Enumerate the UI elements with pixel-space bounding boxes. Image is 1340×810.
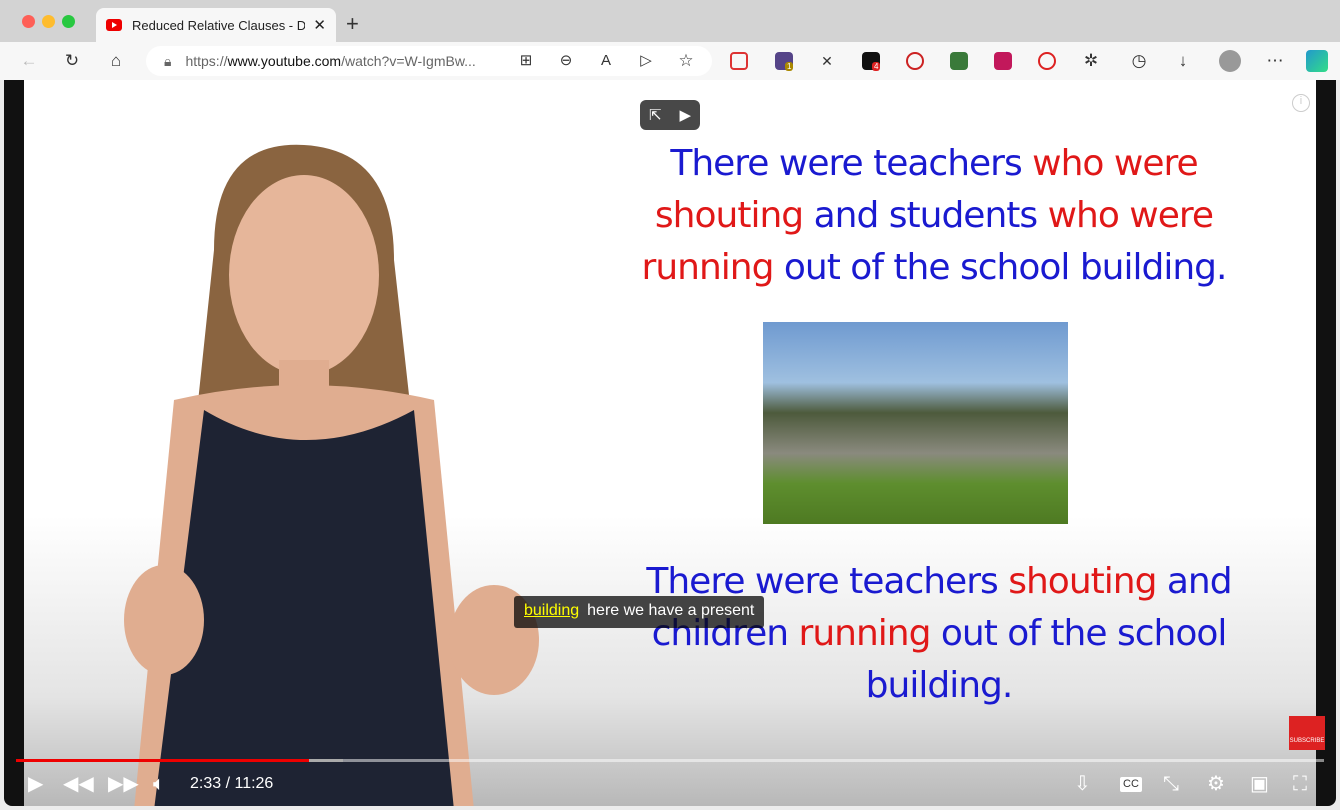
running-students-photo — [763, 322, 1068, 524]
caption-highlight: building — [524, 602, 580, 619]
miniplayer-icon[interactable]: ▣ — [1250, 772, 1269, 796]
read-aloud-icon[interactable]: A — [595, 50, 617, 72]
downloads-icon[interactable]: ↓ — [1172, 50, 1194, 72]
back-icon[interactable]: ← — [18, 50, 40, 72]
url-prefix: https:// — [185, 53, 228, 69]
zoom-out-icon[interactable]: ⊖ — [555, 50, 577, 72]
lock-icon: 🔒︎ — [164, 52, 172, 69]
autoplay-icon[interactable]: ⇩ — [1074, 772, 1091, 796]
slide-segment: running — [641, 247, 784, 288]
close-window-button[interactable] — [22, 15, 35, 28]
zoom-window-button[interactable] — [62, 15, 75, 28]
slide-line: building. — [624, 660, 1254, 712]
slide-line: running out of the school building. — [594, 242, 1274, 294]
minimize-icon[interactable]: ⤡ — [1163, 772, 1179, 796]
extension-icon-5[interactable] — [906, 52, 924, 70]
video-enhance-icon[interactable]: ▶ — [679, 106, 691, 124]
fast-forward-button[interactable]: ▶▶ — [108, 772, 139, 796]
presenter-figure — [124, 144, 539, 806]
slide-segment: who were — [1032, 143, 1198, 184]
extension-icon-3[interactable]: ✕ — [816, 50, 838, 72]
tab-bar: Reduced Relative Clauses - Deaf ✕ + — [0, 0, 1340, 42]
tab-title: Reduced Relative Clauses - Deaf — [132, 17, 306, 33]
settings-gear-icon[interactable]: ⚙ — [1207, 772, 1225, 796]
subscribe-label: SUBSCRIBE — [1289, 738, 1325, 744]
captions-button[interactable]: CC — [1120, 777, 1142, 792]
slide-segment: shouting — [654, 195, 814, 236]
profile-avatar[interactable] — [1219, 50, 1241, 72]
fullscreen-icon[interactable]: ⛶ — [1293, 772, 1307, 796]
extension-icon-6[interactable] — [950, 52, 968, 70]
video-player[interactable]: There were teachers who were shouting and… — [24, 80, 1316, 806]
url-path: /watch?v=W-IgmBw... — [341, 53, 476, 69]
slide-segment: building. — [865, 665, 1014, 706]
play-button[interactable]: ▶ — [28, 772, 43, 796]
reload-icon[interactable]: ↻ — [61, 50, 83, 72]
address-bar[interactable]: 🔒︎ https://www.youtube.com/watch?v=W-Igm… — [146, 46, 712, 76]
extension-badge: 1 — [785, 62, 794, 71]
slide-segment: shouting — [1008, 561, 1167, 602]
more-menu-icon[interactable]: ⋯ — [1264, 50, 1286, 72]
copilot-icon[interactable] — [1306, 50, 1328, 72]
slide-line: There were teachers who were — [594, 138, 1274, 190]
subtitle-caption: building here we have a present — [514, 596, 765, 628]
slide-segment: out of the school building. — [783, 247, 1228, 288]
slide-segment: There were teachers — [670, 143, 1033, 184]
video-enhance-icon[interactable]: ▷ — [635, 50, 657, 72]
pip-controls: ⇱ ▶ — [640, 100, 700, 130]
progress-bar[interactable] — [16, 759, 1324, 762]
slide-segment: running — [798, 613, 941, 654]
slide-segment: who were — [1047, 195, 1214, 236]
subscribe-watermark[interactable]: SUBSCRIBE — [1289, 716, 1325, 750]
home-icon[interactable]: ⌂ — [105, 50, 127, 72]
pip-icon[interactable]: ⇱ — [649, 106, 662, 124]
info-icon[interactable]: i — [1292, 94, 1310, 112]
played-bar — [16, 759, 309, 762]
time-display: 2:33 / 11:26 — [190, 775, 274, 792]
new-tab-button[interactable]: + — [346, 11, 359, 37]
history-icon[interactable]: ◷ — [1128, 50, 1150, 72]
volume-icon[interactable]: 🔈︎ — [153, 772, 165, 796]
url-domain: www.youtube.com — [227, 53, 342, 69]
close-tab-icon[interactable]: ✕ — [313, 16, 326, 34]
extension-icon-1[interactable] — [730, 52, 748, 70]
slide-segment: and students — [813, 195, 1048, 236]
youtube-favicon-icon — [106, 19, 122, 31]
extension-badge: 4 — [872, 62, 881, 71]
caption-text: here we have a present — [587, 602, 755, 619]
slide-segment: out of the school — [940, 613, 1227, 654]
slide-bottom-text: There were teachers shouting and children… — [624, 556, 1254, 712]
extensions-puzzle-icon[interactable]: ✲ — [1080, 50, 1102, 72]
slide-top-text: There were teachers who were shouting and… — [594, 138, 1274, 294]
favorite-star-icon[interactable]: ☆ — [675, 50, 697, 72]
minimize-window-button[interactable] — [42, 15, 55, 28]
slide-line: shouting and students who were — [594, 190, 1274, 242]
tab-active[interactable]: Reduced Relative Clauses - Deaf ✕ — [96, 8, 336, 42]
slide-segment: and — [1166, 561, 1233, 602]
extension-icon-8[interactable] — [1038, 52, 1056, 70]
app-available-icon[interactable]: ⊞ — [515, 50, 537, 72]
extension-icon-4[interactable]: 4 — [862, 52, 881, 71]
rewind-button[interactable]: ◀◀ — [63, 772, 94, 796]
extension-icon-2[interactable]: 1 — [775, 52, 794, 71]
extension-icon-7[interactable] — [994, 52, 1012, 70]
